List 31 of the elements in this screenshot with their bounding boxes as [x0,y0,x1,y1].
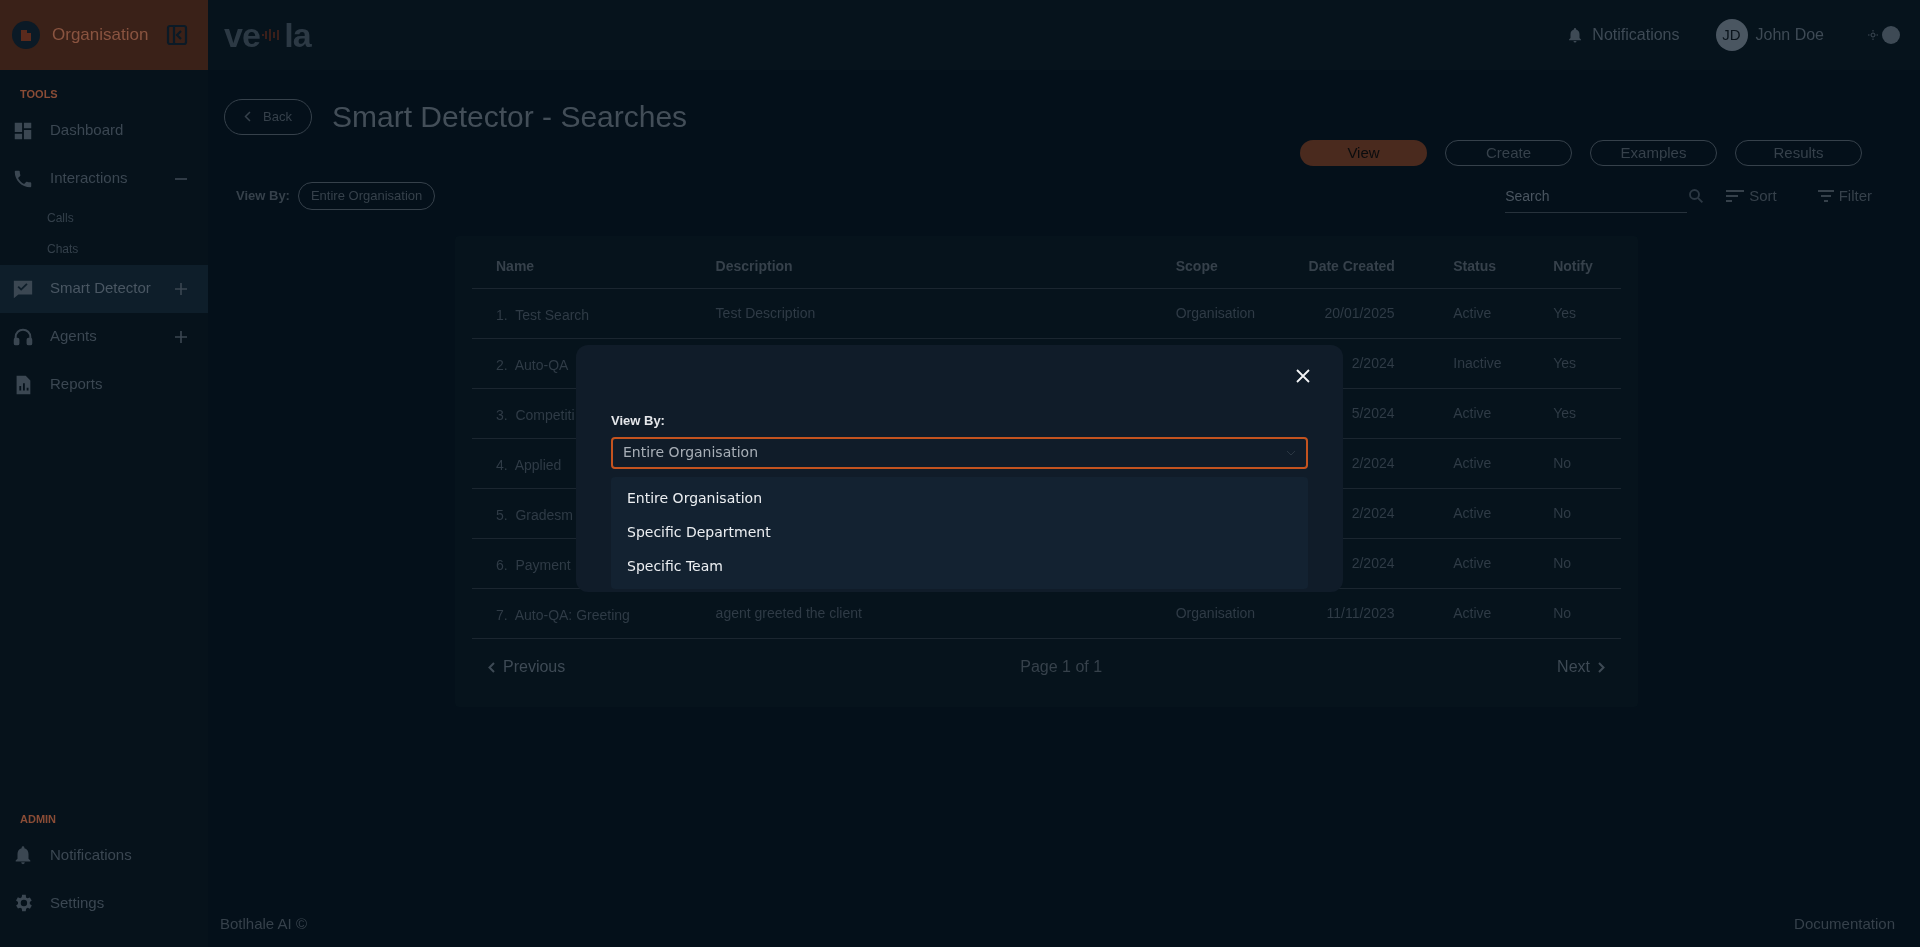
previous-button[interactable]: Previous [488,655,566,679]
sun-icon [1868,30,1878,40]
close-icon[interactable] [1296,369,1310,383]
user-name[interactable]: John Doe [1755,23,1824,47]
user-avatar[interactable]: JD [1715,19,1748,51]
chevron-right-icon [1598,661,1605,673]
theme-toggle[interactable] [1868,26,1900,44]
sidebar-item[interactable]: Smart Detector [0,264,208,313]
dropdown-option[interactable]: Specific Team [611,549,1308,584]
sort-icon [1725,189,1746,203]
organisation-name[interactable]: Organisation [52,22,149,48]
notifications-link[interactable]: Notifications [1592,23,1680,47]
section-heading: ADMIN [19,811,58,827]
dialog-label: View By: [611,412,665,430]
plus-icon[interactable] [174,329,188,344]
collapse-sidebar-icon[interactable] [166,24,188,46]
filter-icon [1816,189,1835,203]
page-title: Smart Detector - Searches [332,99,688,135]
tab[interactable]: View [1300,140,1427,166]
plus-icon[interactable] [174,281,188,296]
chevron-left-icon [488,661,495,673]
caret-icon [1286,449,1296,456]
view-by-select[interactable]: Entire Organisation [611,436,1308,469]
building-icon [12,21,40,49]
search-field[interactable]: Search [1505,179,1688,213]
dropdown-option[interactable]: Entire Organisation [611,481,1308,516]
next-button[interactable]: Next [1557,655,1605,679]
dropdown-option[interactable]: Specific Department [611,515,1308,550]
search-icon [1687,187,1706,205]
section-heading: TOOLS [19,87,59,102]
chevron-left-icon [244,111,252,122]
